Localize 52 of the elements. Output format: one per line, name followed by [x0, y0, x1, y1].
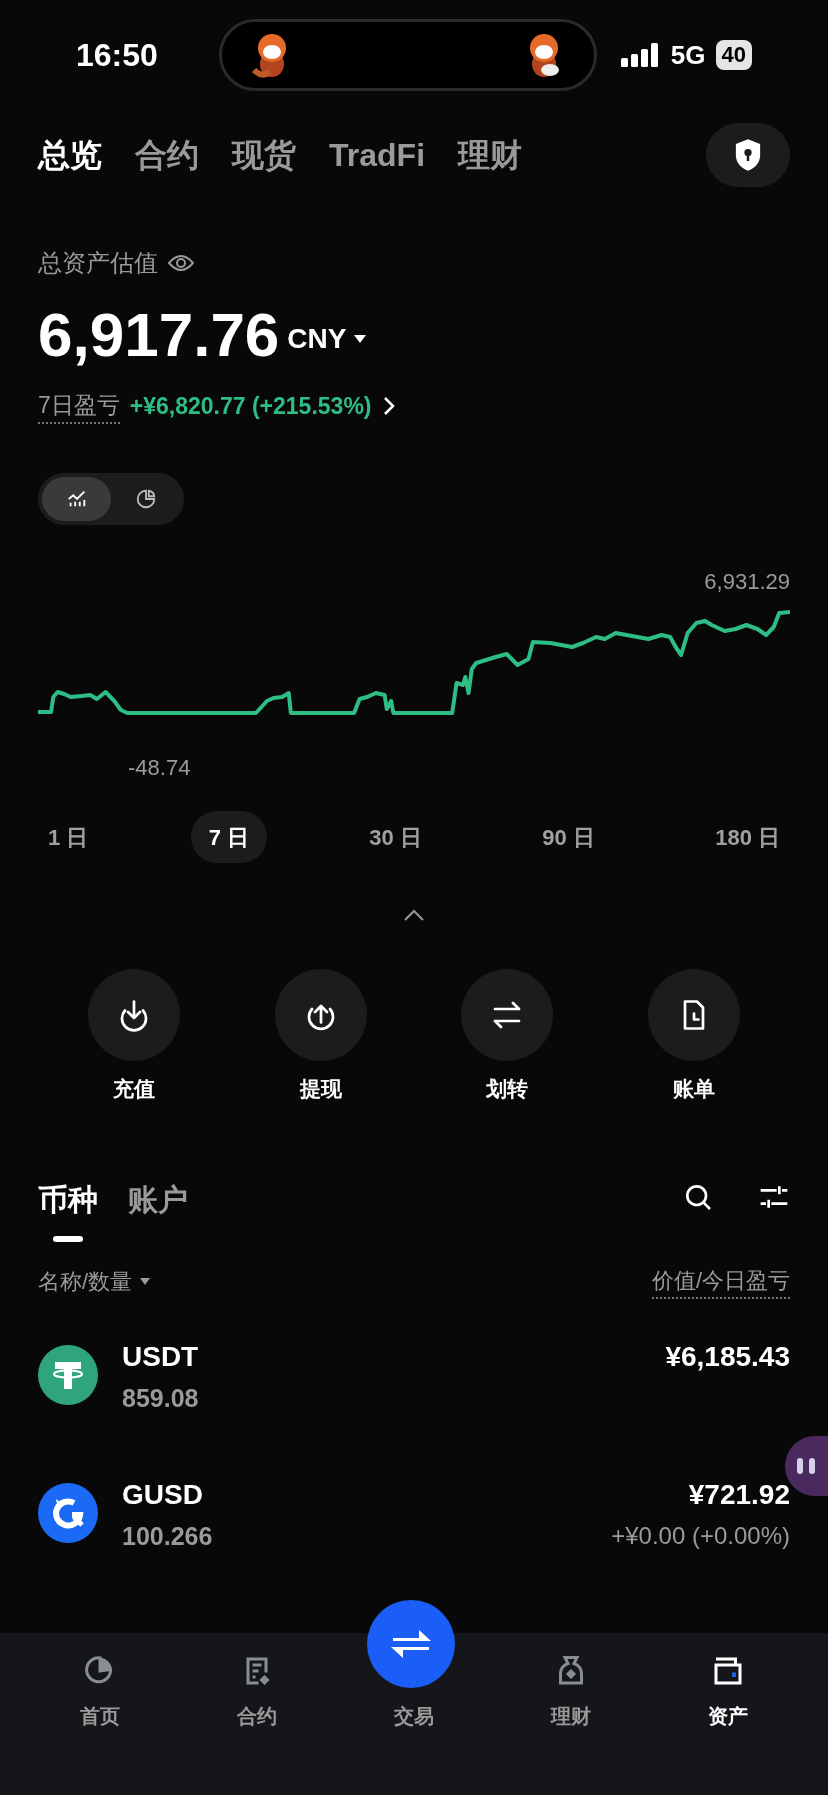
period-tab[interactable]: 30 日 [351, 811, 440, 863]
battery-indicator: 40 [715, 40, 752, 70]
period-tab[interactable]: 90 日 [524, 811, 613, 863]
top-tab[interactable]: 总览 [38, 131, 102, 179]
asset-name: USDT [122, 1339, 199, 1374]
nav-item[interactable]: 交易 [394, 1701, 434, 1731]
chevron-up-icon[interactable] [403, 908, 425, 922]
nav-item[interactable]: 合约 [178, 1653, 336, 1731]
period-tab[interactable]: 180 日 [697, 811, 798, 863]
asset-pnl: +¥0.00 (+0.00%) [611, 1520, 790, 1551]
period-tab[interactable]: 7 日 [190, 811, 268, 863]
pnl-value: +¥6,820.77 (+215.53%) [129, 391, 372, 421]
asset-tab[interactable]: 账户 [128, 1176, 188, 1242]
top-tab[interactable]: 理财 [458, 131, 522, 179]
network-label: 5G [670, 38, 706, 72]
action-button[interactable]: 划转 [461, 969, 554, 1105]
currency-selector[interactable]: CNY [287, 318, 367, 360]
tether-coin-icon [38, 1344, 98, 1405]
chart-max-label: 6,931.29 [704, 568, 790, 591]
asset-quantity: 100.266 [122, 1520, 213, 1551]
total-amount: 6,917.76 [38, 300, 280, 370]
signal-icon [620, 43, 661, 67]
top-tab[interactable]: TradFi [329, 131, 425, 179]
eye-icon[interactable] [168, 253, 194, 273]
sort-name-button[interactable]: 名称/数量 [38, 1265, 151, 1298]
eyes-icon [797, 1458, 817, 1474]
chevron-right-icon[interactable] [381, 396, 396, 416]
asset-value: ¥721.92 [688, 1477, 790, 1512]
action-button[interactable]: 充值 [88, 969, 180, 1105]
caret-icon [354, 335, 367, 343]
top-tab[interactable]: 合约 [135, 131, 199, 179]
shield-lock-icon [733, 138, 763, 172]
asset-value: ¥6,185.43 [665, 1339, 790, 1374]
period-tab[interactable]: 1 日 [30, 811, 107, 863]
action-button[interactable]: 账单 [647, 969, 740, 1105]
chart-min-label: -48.74 [128, 755, 191, 780]
pie-chart-icon [134, 488, 157, 510]
asset-tab[interactable]: 币种 [38, 1176, 98, 1242]
total-assets-label: 总资产估值 [38, 248, 158, 278]
chart-mode-option[interactable] [42, 477, 111, 521]
gusd-coin-icon [38, 1482, 98, 1543]
nav-item[interactable]: 资产 [649, 1653, 806, 1731]
nav-item[interactable]: 理财 [492, 1653, 650, 1731]
asset-name: GUSD [122, 1477, 204, 1512]
asset-quantity: 859.08 [122, 1382, 199, 1413]
caret-icon [140, 1278, 151, 1285]
status-time: 16:50 [76, 36, 159, 75]
nav-item[interactable]: 首页 [22, 1653, 179, 1731]
action-button[interactable]: 提现 [274, 969, 367, 1105]
value-header: 价值/今日盈亏 [651, 1264, 790, 1299]
top-tab[interactable]: 现货 [232, 131, 296, 179]
pnl-label: 7日盈亏 [38, 387, 120, 425]
